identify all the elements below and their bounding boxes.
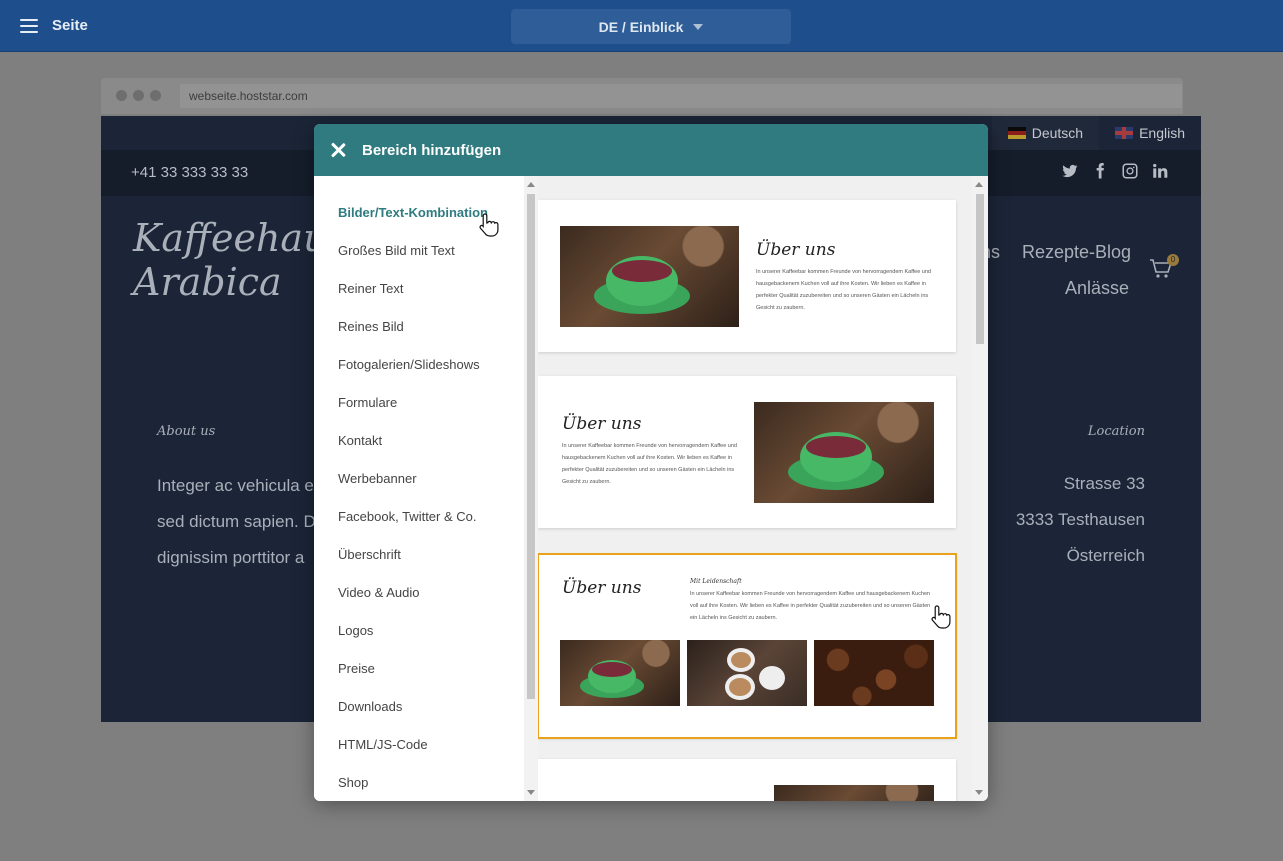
category-werbebanner[interactable]: Werbebanner [338,471,417,486]
hand-pointer-icon [479,213,499,237]
category-social[interactable]: Facebook, Twitter & Co. [338,509,477,524]
scroll-down-icon[interactable] [975,790,983,795]
template-text: In unserer Kaffeebar kommen Freunde von … [690,591,931,621]
browser-frame: webseite.hoststar.com [101,78,1183,114]
nav-item-rezepte-blog[interactable]: Rezepte-Blog [1022,242,1131,263]
template-card-image-left[interactable]: Über uns In unserer Kaffeebar kommen Fre… [538,200,956,352]
twitter-icon[interactable] [1061,162,1079,180]
close-icon[interactable] [330,142,346,158]
scroll-thumb[interactable] [527,194,535,699]
coffee-beans-photo [814,640,934,706]
category-formulare[interactable]: Formulare [338,395,397,410]
template-heading: Über uns [562,414,642,434]
language-label: Deutsch [1031,125,1084,141]
category-html-js[interactable]: HTML/JS-Code [338,737,428,752]
scroll-down-icon[interactable] [527,790,535,795]
about-line: Integer ac vehicula e [157,476,314,495]
hand-pointer-icon [931,605,951,629]
nav-item-anlaesse[interactable]: Anlässe [1065,278,1129,299]
location-line: Strasse 33 [1063,474,1145,493]
template-card-partial[interactable] [538,759,956,801]
dialog-header: Bereich hinzufügen [314,124,988,176]
site-language-bar: Deutsch English [991,116,1201,150]
language-view-select[interactable]: DE / Einblick [511,9,791,44]
facebook-icon[interactable] [1091,162,1109,180]
uk-flag-icon [1115,127,1134,139]
template-card-image-right[interactable]: Über uns In unserer Kaffeebar kommen Fre… [538,376,956,528]
category-bilder-text[interactable]: Bilder/Text-Kombination [338,205,488,220]
phone-number: +41 33 333 33 33 [131,164,249,181]
app-bar: Seite DE / Einblick [0,0,1283,52]
language-view-label: DE / Einblick [598,18,684,35]
category-reiner-text[interactable]: Reiner Text [338,281,404,296]
add-section-dialog: Bereich hinzufügen Bilder/Text-Kombinati… [314,124,988,801]
category-ueberschrift[interactable]: Überschrift [338,547,401,562]
url-bar: webseite.hoststar.com [180,84,1182,108]
coffee-photo [774,785,934,801]
hamburger-icon [20,18,38,33]
language-english[interactable]: English [1099,116,1201,150]
about-line: sed dictum sapien. D [157,512,316,531]
preview-scrollbar[interactable] [972,176,988,801]
language-deutsch[interactable]: Deutsch [991,116,1100,150]
location-line: Österreich [1066,546,1145,565]
location-line: 3333 Testhausen [1015,510,1145,529]
category-kontakt[interactable]: Kontakt [338,433,382,448]
category-preise[interactable]: Preise [338,661,375,676]
location-text: Strasse 33 3333 Testhausen Österreich [1016,466,1145,574]
about-heading: About us [157,424,216,439]
template-text: In unserer Kaffeebar kommen Freunde von … [562,443,737,485]
coffee-photo [560,640,680,706]
template-subheading: Mit Leidenschaft [690,578,742,585]
page-menu-button[interactable]: Seite [20,17,88,34]
template-preview-list: Über uns In unserer Kaffeebar kommen Fre… [538,176,972,801]
scroll-thumb[interactable] [976,194,984,344]
category-shop[interactable]: Shop [338,775,368,790]
chevron-down-icon [693,23,704,30]
category-reines-bild[interactable]: Reines Bild [338,319,404,334]
scroll-up-icon[interactable] [527,182,535,187]
category-fotogalerien[interactable]: Fotogalerien/Slideshows [338,357,480,372]
location-heading: Location [1087,424,1145,439]
category-logos[interactable]: Logos [338,623,373,638]
about-line: dignissim porttitor a [157,548,305,567]
category-scrollbar[interactable] [524,176,538,801]
latte-art-photo [687,640,807,706]
social-links [1061,162,1169,180]
template-heading: Über uns [756,240,836,260]
page-menu-label: Seite [52,17,88,34]
about-text: Integer ac vehicula e sed dictum sapien.… [157,468,327,576]
cart-button[interactable]: 0 [1149,254,1179,285]
category-grosses-bild[interactable]: Großes Bild mit Text [338,243,455,258]
category-list: Bilder/Text-Kombination Großes Bild mit … [314,176,524,801]
linkedin-icon[interactable] [1151,162,1169,180]
site-logo[interactable]: Kaffeehaus Arabica [133,216,347,304]
template-card-three-images[interactable]: Über uns Mit Leidenschaft In unserer Kaf… [538,553,957,739]
template-heading: Über uns [562,578,642,598]
dialog-title: Bereich hinzufügen [362,141,502,159]
coffee-photo [754,402,934,503]
category-downloads[interactable]: Downloads [338,699,402,714]
scroll-up-icon[interactable] [975,182,983,187]
instagram-icon[interactable] [1121,162,1139,180]
german-flag-icon [1007,127,1026,139]
template-text: In unserer Kaffeebar kommen Freunde von … [756,269,931,311]
category-video-audio[interactable]: Video & Audio [338,585,419,600]
cart-count-badge: 0 [1167,254,1179,266]
language-label: English [1139,125,1185,141]
window-dots [116,90,161,101]
coffee-photo [560,226,739,327]
